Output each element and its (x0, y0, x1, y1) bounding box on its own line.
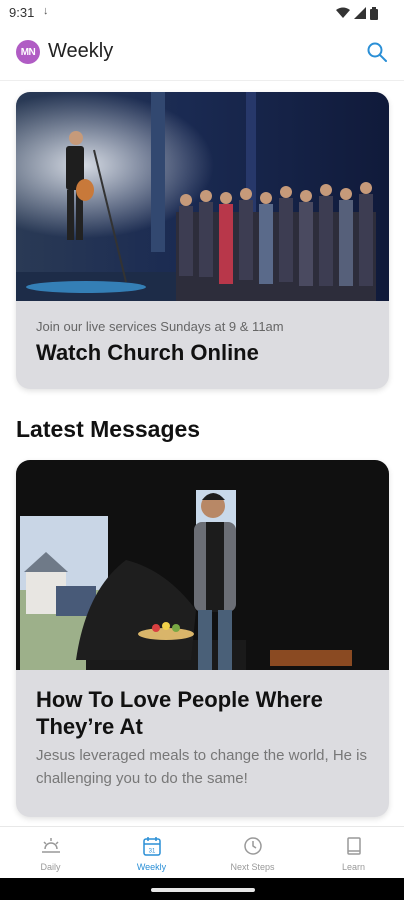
download-icon: ↓ (43, 5, 49, 17)
home-gesture-handle[interactable] (151, 888, 255, 892)
book-icon (346, 837, 361, 855)
svg-text:31: 31 (148, 849, 155, 855)
signal-icon (354, 7, 366, 19)
status-time: 9:31 (9, 5, 35, 20)
avatar[interactable]: MN (16, 40, 40, 64)
clock-icon (243, 837, 262, 855)
bottom-nav: Daily 31 Weekly Next Steps Learn (0, 826, 404, 879)
search-icon[interactable] (366, 41, 388, 63)
nav-item-next-steps[interactable]: Next Steps (202, 827, 303, 879)
nav-item-weekly[interactable]: 31 Weekly (101, 827, 202, 879)
message-title: How To Love People Where They’re At (36, 687, 323, 739)
wifi-icon (336, 7, 350, 18)
preacher-photo (16, 460, 389, 670)
featured-title: Watch Church Online (36, 340, 259, 365)
message-description: Jesus leveraged meals to change the worl… (36, 747, 368, 787)
worship-photo (16, 92, 389, 301)
featured-subtitle: Join our live services Sundays at 9 & 11… (36, 319, 284, 334)
nav-label-next-steps: Next Steps (230, 862, 275, 872)
watch-online-card[interactable]: Join our live services Sundays at 9 & 11… (16, 92, 389, 389)
section-heading: Latest Messages (16, 416, 201, 442)
nav-label-daily: Daily (40, 862, 61, 872)
nav-label-learn: Learn (341, 862, 366, 872)
sermon-image (16, 460, 389, 670)
nav-item-daily[interactable]: Daily (0, 827, 101, 879)
status-bar: 9:31 ↓ (0, 0, 404, 26)
page-title: Weekly (48, 40, 114, 62)
app-bar: MN Weekly (0, 26, 404, 81)
calendar-icon: 31 (142, 837, 161, 856)
nav-label-weekly: Weekly (136, 862, 167, 872)
sunrise-icon (41, 838, 60, 853)
battery-icon (370, 6, 378, 20)
message-card[interactable]: How To Love People Where They’re At Jesu… (16, 460, 389, 817)
worship-concert-image (16, 92, 389, 301)
status-icons (336, 6, 378, 20)
nav-item-learn[interactable]: Learn (303, 827, 404, 879)
